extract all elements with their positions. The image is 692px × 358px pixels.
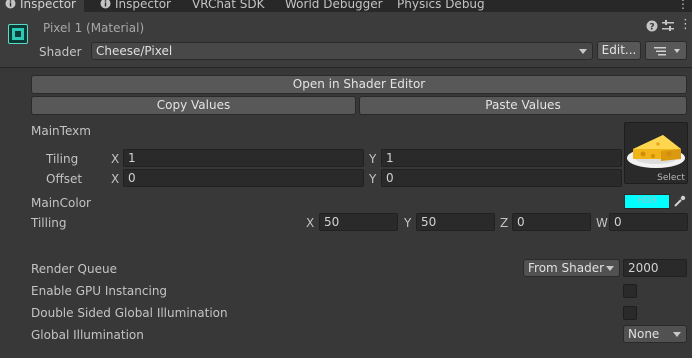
tilling-x-label: X (306, 216, 315, 230)
tab-label: VRChat SDK (192, 0, 265, 11)
tilling-y-field[interactable]: 50 (416, 213, 495, 231)
presets-icon[interactable] (662, 20, 674, 32)
tilling-x-field[interactable]: 50 (319, 213, 398, 231)
tab-label: Inspector (115, 0, 171, 11)
tab-vrchat-sdk[interactable]: VRChat SDK (192, 0, 272, 12)
tilling-z-label: Z (500, 216, 509, 230)
chevron-down-icon (579, 49, 587, 54)
tab-physics-debug[interactable]: Physics Debug (397, 0, 497, 12)
chevron-down-icon (674, 49, 680, 53)
info-icon (100, 0, 111, 9)
more-icon[interactable]: ⋮ (677, 0, 689, 12)
info-icon (5, 0, 16, 9)
double-sided-gi-checkbox[interactable] (623, 306, 637, 320)
more-icon[interactable]: ⋮ (679, 17, 692, 33)
svg-text:?: ? (649, 23, 654, 33)
help-icon[interactable]: ? (646, 20, 658, 32)
global-illumination-label: Global Illumination (31, 328, 144, 342)
render-queue-dropdown[interactable]: From Shader (523, 259, 620, 277)
list-icon (654, 47, 666, 56)
tab-bar: Inspector Inspector VRChat SDK World Deb… (0, 0, 692, 12)
tab-label: Inspector (20, 0, 76, 11)
offset-label: Offset (46, 172, 83, 186)
tilling-z-field[interactable]: 0 (512, 213, 591, 231)
tab-inspector[interactable]: Inspector (98, 0, 178, 12)
tiling-x-field[interactable]: 1 (123, 149, 364, 167)
tab-label: Physics Debug (397, 0, 485, 11)
shader-dropdown[interactable]: Cheese/Pixel (91, 42, 593, 60)
tilling-label: Tilling (31, 216, 67, 230)
material-title: Pixel 1 (Material) (43, 21, 145, 35)
tilling-w-label: W (596, 216, 608, 230)
tiling-y-label: Y (369, 152, 377, 166)
offset-y-field[interactable]: 0 (381, 169, 622, 187)
gpu-instancing-checkbox[interactable] (623, 284, 637, 298)
offset-y-label: Y (369, 172, 377, 186)
texture-select-button[interactable]: Select (653, 172, 687, 183)
shader-options-button[interactable] (645, 41, 687, 60)
render-queue-value-field[interactable]: 2000 (623, 259, 687, 277)
shader-label: Shader (39, 45, 82, 59)
main-tex-label: MainTexm (31, 124, 91, 138)
offset-x-field[interactable]: 0 (123, 169, 364, 187)
gpu-instancing-label: Enable GPU Instancing (31, 284, 168, 298)
paste-values-button[interactable]: Paste Values (359, 96, 687, 115)
main-color-label: MainColor (31, 196, 91, 210)
tilling-y-label: Y (404, 216, 412, 230)
offset-x-label: X (111, 172, 120, 186)
global-illumination-dropdown[interactable]: None (623, 325, 687, 343)
chevron-down-icon (673, 332, 681, 337)
texture-slot[interactable]: Select (624, 122, 688, 184)
chevron-down-icon (606, 266, 614, 271)
cheese-thumbnail (627, 135, 685, 168)
tiling-label: Tiling (46, 152, 79, 166)
material-header: Pixel 1 (Material) Shader Cheese/Pixel E… (0, 12, 692, 68)
material-icon (8, 24, 28, 44)
open-shader-editor-button[interactable]: Open in Shader Editor (31, 75, 687, 94)
main-color-swatch[interactable]: HDR (624, 194, 670, 209)
tab-inspector-active[interactable]: Inspector (0, 0, 84, 12)
tilling-w-field[interactable]: 0 (609, 213, 688, 231)
edit-shader-button[interactable]: Edit... (597, 41, 641, 60)
copy-values-button[interactable]: Copy Values (31, 96, 356, 115)
tiling-y-field[interactable]: 1 (381, 149, 622, 167)
shader-value: Cheese/Pixel (96, 44, 173, 58)
eyedropper-icon[interactable] (673, 195, 686, 208)
render-queue-label: Render Queue (31, 262, 117, 276)
tab-world-debugger[interactable]: World Debugger (285, 0, 385, 12)
double-sided-gi-label: Double Sided Global Illumination (31, 306, 228, 320)
tab-label: World Debugger (285, 0, 383, 11)
tiling-x-label: X (111, 152, 120, 166)
